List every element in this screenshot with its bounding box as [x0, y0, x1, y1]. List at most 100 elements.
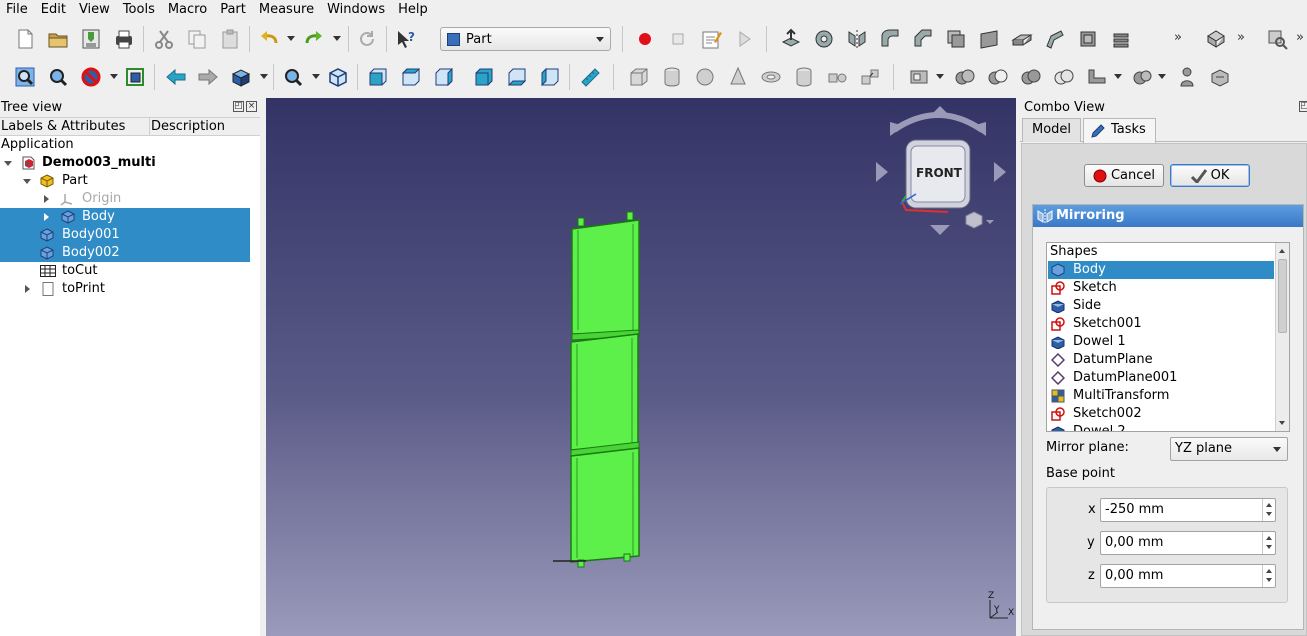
spin-buttons[interactable] [1262, 565, 1275, 587]
save-icon[interactable] [78, 26, 104, 52]
open-folder-icon[interactable] [45, 26, 71, 52]
draw-style-icon[interactable] [78, 64, 104, 90]
tab-tasks[interactable]: Tasks [1083, 118, 1156, 143]
3d-viewport[interactable]: FRONT Z Y X [266, 98, 1016, 636]
front-view-icon[interactable] [365, 64, 391, 90]
refresh-icon[interactable] [354, 26, 380, 52]
fit-selection-icon[interactable] [45, 64, 71, 90]
menu-tools[interactable]: Tools [117, 0, 162, 20]
tree-item-part[interactable]: Part [0, 172, 250, 190]
common-icon[interactable] [1051, 64, 1077, 90]
measure-distance-icon[interactable] [577, 64, 603, 90]
list-item[interactable]: Body [1048, 261, 1274, 279]
bounding-box-icon[interactable] [122, 64, 148, 90]
top-view-icon[interactable] [398, 64, 424, 90]
shapes-scrollbar[interactable] [1275, 243, 1289, 431]
float-dock-icon[interactable]: ◰ [233, 101, 244, 112]
toolbar-overflow-2[interactable]: » [1237, 30, 1245, 45]
copy-icon[interactable] [184, 26, 210, 52]
spin-buttons[interactable] [1262, 499, 1275, 521]
list-item[interactable]: DatumPlane [1048, 351, 1274, 369]
y-spinbox[interactable]: 0,00 mm [1100, 531, 1276, 555]
record-macro-icon[interactable] [632, 26, 658, 52]
tree-item-origin[interactable]: Origin [0, 190, 250, 208]
redo-icon[interactable] [301, 26, 327, 52]
list-item[interactable]: Dowel 2 [1048, 423, 1274, 431]
extrude-icon[interactable] [778, 26, 804, 52]
torus-primitive-icon[interactable] [758, 64, 784, 90]
chamfer-icon[interactable] [910, 26, 936, 52]
tab-model[interactable]: Model [1022, 118, 1082, 142]
x-spinbox[interactable]: -250 mm [1100, 498, 1276, 522]
split-icon[interactable] [1130, 64, 1156, 90]
inspect-icon[interactable] [1264, 26, 1290, 52]
revolve-icon[interactable] [811, 26, 837, 52]
expand-arrow-icon[interactable] [44, 195, 49, 203]
undo-icon[interactable] [256, 26, 282, 52]
ok-button[interactable]: OK [1170, 164, 1250, 187]
left-view-icon[interactable] [537, 64, 563, 90]
tree-widget[interactable]: Labels & Attributes Description Applicat… [0, 117, 260, 636]
right-view-icon[interactable] [431, 64, 457, 90]
execute-macro-icon[interactable] [731, 26, 757, 52]
new-document-icon[interactable] [12, 26, 38, 52]
tree-item-toprint[interactable]: toPrint [0, 280, 250, 298]
menu-macro[interactable]: Macro [162, 0, 214, 20]
navigation-cube[interactable]: FRONT [876, 106, 1006, 235]
shape-builder-icon[interactable] [857, 64, 883, 90]
mirror-icon[interactable] [844, 26, 870, 52]
column-labels-attributes[interactable]: Labels & Attributes [0, 118, 150, 135]
float-dock-icon[interactable]: ◰ [1299, 101, 1307, 112]
tube-primitive-icon[interactable] [791, 64, 817, 90]
print-icon[interactable] [111, 26, 137, 52]
whats-this-icon[interactable]: ? [393, 26, 419, 52]
loft-icon[interactable] [1009, 26, 1035, 52]
cut-icon[interactable] [151, 26, 177, 52]
std-views-icon[interactable] [228, 64, 254, 90]
sphere-primitive-icon[interactable] [692, 64, 718, 90]
z-spinbox[interactable]: 0,00 mm [1100, 564, 1276, 588]
cut-boolean-icon[interactable] [985, 64, 1011, 90]
expand-arrow-icon[interactable] [25, 285, 30, 293]
tree-item-body002[interactable]: Body002 [0, 244, 250, 262]
fuse-icon[interactable] [1018, 64, 1044, 90]
forward-arrow-icon[interactable] [195, 64, 221, 90]
cross-sections-icon[interactable] [1108, 26, 1134, 52]
tree-item-body001[interactable]: Body001 [0, 226, 250, 244]
toolbar-overflow-3[interactable]: » [1296, 30, 1304, 45]
measure-icon[interactable] [1203, 26, 1229, 52]
zoom-icon[interactable] [280, 64, 306, 90]
mirror-plane-select[interactable]: YZ plane [1170, 437, 1288, 461]
mirroring-panel-header[interactable]: Mirroring [1033, 205, 1303, 227]
scroll-down-icon[interactable] [1276, 417, 1288, 429]
list-item[interactable]: DatumPlane001 [1048, 369, 1274, 387]
menu-file[interactable]: File [0, 0, 35, 20]
scrollbar-thumb[interactable] [1278, 259, 1287, 333]
close-dock-icon[interactable]: × [246, 101, 257, 112]
join-features-icon[interactable] [1084, 64, 1110, 90]
sweep-icon[interactable] [1042, 26, 1068, 52]
tree-item-document[interactable]: Demo003_multi [0, 154, 250, 172]
rear-view-icon[interactable] [471, 64, 497, 90]
stop-macro-icon[interactable] [665, 26, 691, 52]
cylinder-primitive-icon[interactable] [659, 64, 685, 90]
section-icon[interactable] [1075, 26, 1101, 52]
expand-arrow-icon[interactable] [4, 161, 12, 166]
compound-icon[interactable] [906, 64, 932, 90]
defeaturing-icon[interactable] [1207, 64, 1233, 90]
list-item[interactable]: Sketch001 [1048, 315, 1274, 333]
menu-measure[interactable]: Measure [253, 0, 321, 20]
tree-item-tocut[interactable]: toCut [0, 262, 250, 280]
shapes-list[interactable]: Shapes Body Sketch Side Sketch001 Dowel … [1046, 242, 1290, 432]
list-item[interactable]: Sketch002 [1048, 405, 1274, 423]
paste-icon[interactable] [217, 26, 243, 52]
cone-primitive-icon[interactable] [725, 64, 751, 90]
tree-item-body[interactable]: Body [0, 208, 250, 226]
bottom-view-icon[interactable] [504, 64, 530, 90]
cancel-button[interactable]: Cancel [1084, 164, 1164, 187]
fillet-icon[interactable] [877, 26, 903, 52]
menu-view[interactable]: View [73, 0, 117, 20]
spin-buttons[interactable] [1262, 532, 1275, 554]
back-arrow-icon[interactable] [163, 64, 189, 90]
column-description[interactable]: Description [150, 118, 225, 135]
